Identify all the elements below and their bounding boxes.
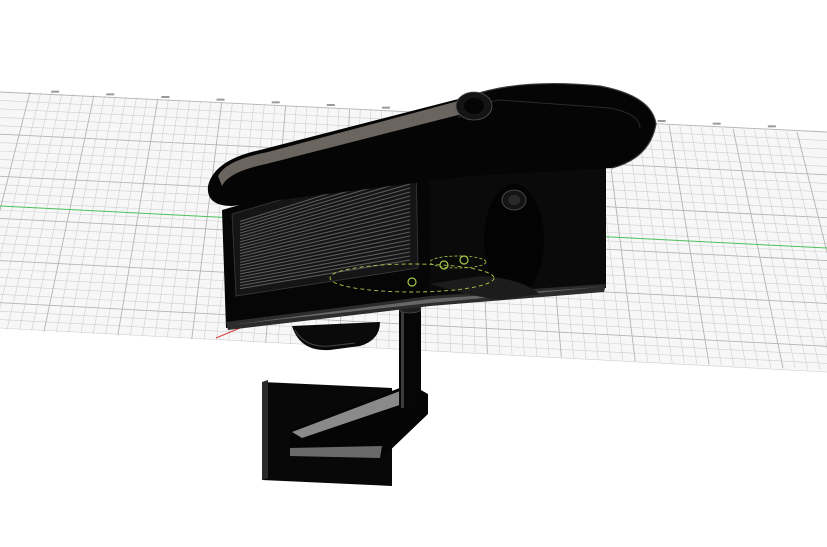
mount-pole[interactable] bbox=[398, 304, 422, 410]
ruler-tick bbox=[271, 101, 280, 104]
ruler-tick bbox=[326, 104, 335, 106]
bracket-plate-edge bbox=[262, 380, 268, 480]
ruler-tick bbox=[51, 90, 60, 93]
model-scene[interactable] bbox=[0, 0, 827, 547]
lens-glass bbox=[508, 195, 520, 205]
ruler-tick bbox=[712, 122, 721, 125]
ruler-tick bbox=[767, 125, 776, 128]
3d-viewport[interactable] bbox=[0, 0, 827, 547]
bracket-arm-bottom bbox=[290, 446, 382, 458]
ruler-tick bbox=[161, 96, 170, 98]
ruler-tick bbox=[216, 98, 225, 101]
ruler-tick bbox=[106, 93, 115, 96]
pole-highlight bbox=[401, 308, 404, 408]
ruler-tick bbox=[381, 106, 390, 109]
hood-end-cap-inner bbox=[464, 98, 484, 114]
ruler-tick bbox=[657, 120, 666, 122]
